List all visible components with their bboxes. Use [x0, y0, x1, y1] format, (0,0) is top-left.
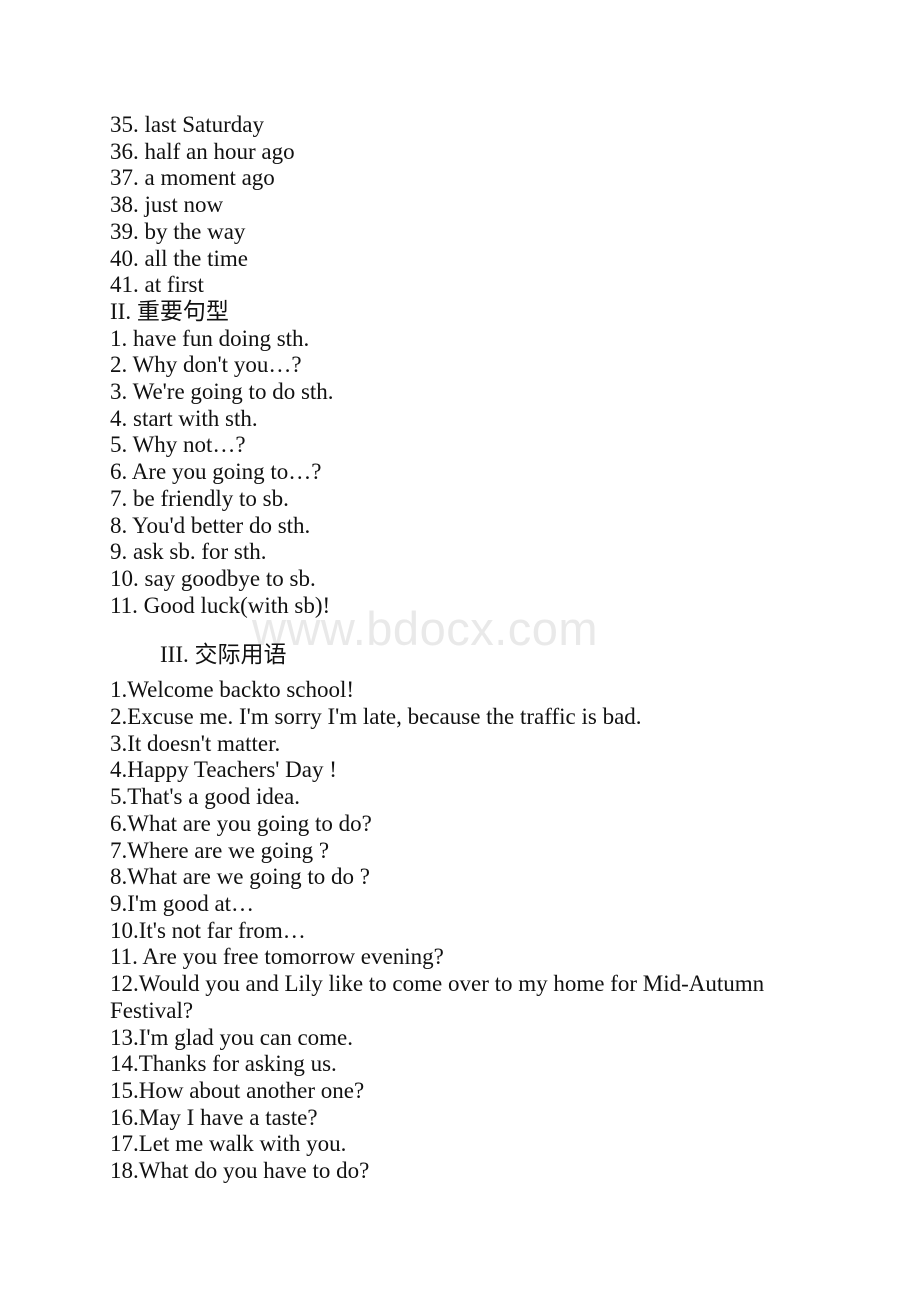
- list-item: 38. just now: [110, 192, 224, 218]
- list-item: 7.Where are we going ?: [110, 837, 330, 863]
- list-item: 40. all the time: [110, 245, 248, 271]
- list-item: 7. be friendly to sb.: [110, 485, 289, 511]
- list-item-continuation: Festival?: [110, 997, 194, 1023]
- list-item: 8.What are we going to do ?: [110, 864, 370, 890]
- list-item: 9.I'm good at…: [110, 890, 255, 916]
- list-item: 5. Why not…?: [110, 432, 246, 458]
- list-item: 14.Thanks for asking us.: [110, 1051, 337, 1077]
- list-item: 1. have fun doing sth.: [110, 325, 310, 351]
- section-communicative-expressions: III. 交际用语 1.Welcome backto school! 2.Exc…: [0, 619, 920, 1184]
- section-heading-ii: II. 重要句型: [110, 298, 229, 324]
- list-item: 4.Happy Teachers' Day !: [110, 757, 337, 783]
- section-heading-iii: III. 交际用语: [160, 642, 287, 668]
- list-item: 6. Are you going to…?: [110, 459, 322, 485]
- list-item: 1.Welcome backto school!: [110, 677, 355, 703]
- list-item: 12.Would you and Lily like to come over …: [110, 971, 765, 997]
- document-content: 35. last Saturday 36. half an hour ago 3…: [0, 0, 920, 1185]
- list-item: 3. We're going to do sth.: [110, 379, 334, 405]
- list-item: 41. at first: [110, 272, 204, 298]
- list-item: 11. Are you free tomorrow evening?: [110, 944, 444, 970]
- list-item: 13.I'm glad you can come.: [110, 1024, 354, 1050]
- list-item: 39. by the way: [110, 218, 246, 244]
- list-item: 11. Good luck(with sb)!: [110, 592, 331, 618]
- list-item: 6.What are you going to do?: [110, 810, 372, 836]
- document-page: www.bdocx.com 35. last Saturday 36. half…: [0, 0, 920, 1302]
- list-item: 17.Let me walk with you.: [110, 1131, 347, 1157]
- list-item: 37. a moment ago: [110, 165, 275, 191]
- list-item: 4. start with sth.: [110, 405, 258, 431]
- list-item: 18.What do you have to do?: [110, 1158, 370, 1184]
- list-item: 36. half an hour ago: [110, 138, 295, 164]
- list-item: 15.How about another one?: [110, 1077, 365, 1103]
- list-item: 2. Why don't you…?: [110, 352, 302, 378]
- list-item: 8. You'd better do sth.: [110, 512, 311, 538]
- list-item: 2.Excuse me. I'm sorry I'm late, because…: [110, 704, 642, 730]
- list-item: 10. say goodbye to sb.: [110, 565, 316, 591]
- list-item: 35. last Saturday: [110, 112, 264, 137]
- list-item: 5.That's a good idea.: [110, 784, 301, 810]
- list-item: 9. ask sb. for sth.: [110, 539, 267, 565]
- list-item: 16.May I have a taste?: [110, 1104, 318, 1130]
- list-item: 10.It's not far from…: [110, 917, 306, 943]
- list-item: 3.It doesn't matter.: [110, 730, 281, 756]
- section-phrases-continued: 35. last Saturday 36. half an hour ago 3…: [0, 112, 920, 299]
- section-sentence-patterns: II. 重要句型 1. have fun doing sth. 2. Why d…: [0, 299, 920, 619]
